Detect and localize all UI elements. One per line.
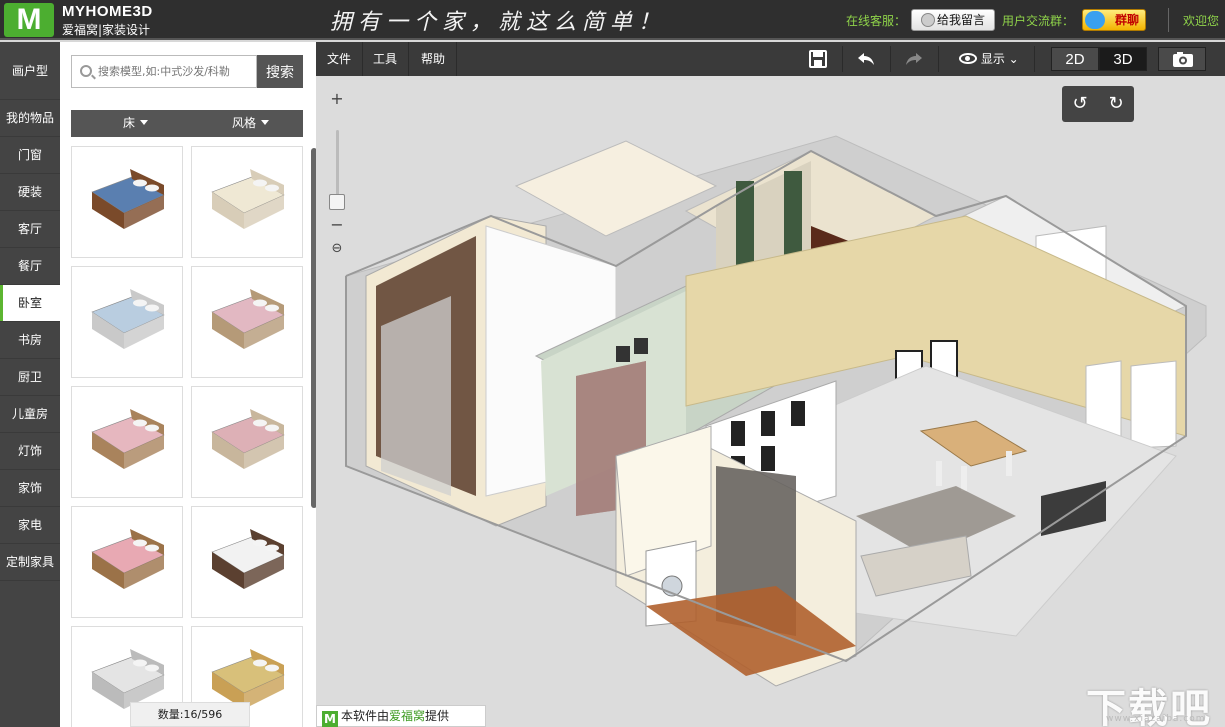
model-panel: 搜索 床 风格 数量:16/596	[60, 42, 317, 727]
menu-file[interactable]: 文件	[316, 42, 364, 76]
credit-prefix: 本软件由	[341, 709, 390, 723]
logo-icon: M	[4, 3, 54, 37]
logo-small-icon: M	[322, 711, 338, 727]
search-icon	[80, 65, 92, 77]
category-sidebar: 画户型 我的物品 门窗 硬装 客厅 餐厅 卧室 书房 厨卫 儿童房 灯饰 家饰 …	[0, 42, 60, 727]
zoom-slider-track[interactable]	[336, 130, 339, 198]
category-custom-furniture[interactable]: 定制家具	[0, 544, 60, 581]
model-thumbnail-bed-baroque-pink[interactable]	[71, 386, 183, 498]
leave-message-button[interactable]: 给我留言	[911, 9, 995, 31]
count-current: 16	[183, 708, 198, 721]
bed-model-icon	[91, 289, 165, 349]
zoom-fit-icon[interactable]: ⊖	[327, 240, 347, 258]
bed-model-icon	[211, 289, 285, 349]
count-label: 数量:	[157, 708, 184, 721]
toolbar-separator	[842, 46, 843, 72]
display-label: 显示	[980, 52, 1005, 66]
redo-icon[interactable]	[904, 49, 924, 69]
bed-model-icon	[211, 529, 285, 589]
category-my-items[interactable]: 我的物品	[0, 100, 60, 137]
style-filter-dropdown[interactable]: 风格	[232, 110, 270, 137]
bed-model-icon	[91, 169, 165, 229]
toolbar-separator	[938, 46, 939, 72]
type-filter-dropdown[interactable]: 床	[123, 110, 149, 137]
filter-bar: 床 风格	[71, 110, 303, 137]
mode-2d-button[interactable]: 2D	[1051, 47, 1099, 71]
chevron-down-icon	[261, 120, 270, 125]
group-chat-button[interactable]: 群聊	[1082, 9, 1146, 31]
eye-icon	[959, 53, 977, 64]
credit-brand: 爱福窝	[389, 709, 426, 723]
chevron-down-icon	[140, 120, 149, 125]
category-doors-windows[interactable]: 门窗	[0, 137, 60, 174]
mode-3d-button[interactable]: 3D	[1099, 47, 1147, 71]
category-kitchen-bath[interactable]: 厨卫	[0, 359, 60, 396]
model-thumbnail-bed-carved-pink[interactable]	[191, 266, 303, 378]
chevron-down-icon: ⌄	[1008, 52, 1019, 66]
watermark-url: www.xiazaiba.com	[1106, 714, 1206, 724]
slogan: 拥有一个家，就这么简单！	[330, 10, 667, 35]
model-thumbnail-bed-carved-rose[interactable]	[191, 386, 303, 498]
message-icon	[920, 13, 935, 27]
display-dropdown[interactable]: 显示 ⌄	[959, 47, 1019, 71]
brand-name: MYHOME3D	[62, 3, 153, 20]
online-support-label: 在线客服：	[846, 14, 907, 28]
floorplan-3d-render[interactable]	[316, 76, 1225, 727]
header-divider	[1168, 8, 1169, 32]
category-lighting[interactable]: 灯饰	[0, 433, 60, 470]
count-total: 596	[201, 708, 223, 721]
style-filter-label: 风格	[232, 116, 257, 130]
bed-model-icon	[211, 409, 285, 469]
menu-help[interactable]: 帮助	[410, 42, 458, 76]
bed-model-icon	[91, 529, 165, 589]
category-kids-room[interactable]: 儿童房	[0, 396, 60, 433]
welcome-text: 欢迎您	[1183, 14, 1220, 28]
top-header: M MYHOME3D 爱福窝|家装设计 拥有一个家，就这么简单！ 在线客服： 给…	[0, 0, 1225, 40]
rotate-left-icon[interactable]: ↺	[1062, 86, 1098, 122]
save-icon[interactable]	[808, 49, 828, 69]
category-home-decor[interactable]: 家饰	[0, 470, 60, 507]
menu-tools[interactable]: 工具	[362, 42, 410, 76]
leave-message-label: 给我留言	[936, 13, 985, 27]
category-appliances[interactable]: 家电	[0, 507, 60, 544]
zoom-out-icon[interactable]: −	[327, 216, 347, 234]
category-hard-decor[interactable]: 硬装	[0, 174, 60, 211]
category-draw-floorplan[interactable]: 画户型	[0, 42, 60, 100]
toolbar-separator	[1034, 46, 1035, 72]
credit-suffix: 提供	[425, 709, 450, 723]
model-thumbnail-bed-carved-cream[interactable]	[191, 146, 303, 258]
category-bedroom[interactable]: 卧室	[0, 285, 60, 322]
model-search-input[interactable]	[71, 55, 257, 88]
rotate-controls: ↺ ↻	[1062, 86, 1134, 122]
bed-model-icon	[91, 409, 165, 469]
model-thumbnail-bed-blue-quilt[interactable]	[71, 146, 183, 258]
zoom-slider-handle[interactable]	[329, 194, 345, 210]
zoom-in-icon[interactable]: +	[327, 90, 347, 108]
model-thumbnail-bed-classic-pink[interactable]	[71, 506, 183, 618]
type-filter-label: 床	[123, 116, 136, 130]
bed-model-icon	[211, 169, 285, 229]
search-button[interactable]: 搜索	[257, 55, 303, 88]
model-thumbnail-bed-modern-white[interactable]	[191, 506, 303, 618]
editor-toolbar: 文件 工具 帮助 显示 ⌄ 2D 3D	[316, 42, 1225, 76]
model-thumbnail-bed-upholstered-blue[interactable]	[71, 266, 183, 378]
credit-footer: M 本软件由爱福窝提供	[316, 705, 486, 727]
undo-icon[interactable]	[856, 49, 876, 69]
category-dining-room[interactable]: 餐厅	[0, 248, 60, 285]
model-count: 数量:16/596	[130, 702, 250, 727]
screenshot-button[interactable]	[1158, 47, 1206, 71]
brand-subtitle: 爱福窝|家装设计	[62, 23, 151, 37]
category-study[interactable]: 书房	[0, 322, 60, 359]
user-group-label: 用户交流群：	[1002, 14, 1075, 28]
group-chat-label: 群聊	[1114, 13, 1139, 27]
toolbar-separator	[890, 46, 891, 72]
category-living-room[interactable]: 客厅	[0, 211, 60, 248]
camera-icon	[1173, 52, 1193, 67]
rotate-right-icon[interactable]: ↻	[1098, 86, 1134, 122]
3d-viewport[interactable]: + − ⊖ ↺ ↻ M 本软件由爱福窝提供 下载吧 www.xiazaiba.co…	[316, 76, 1225, 727]
qq-icon	[1085, 11, 1105, 29]
